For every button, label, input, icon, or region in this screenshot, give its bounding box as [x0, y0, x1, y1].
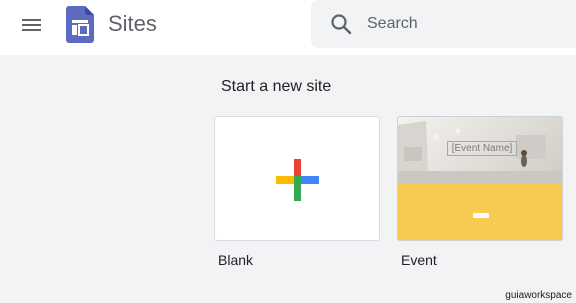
main-menu-button[interactable]	[18, 14, 46, 36]
plus-icon	[276, 159, 319, 201]
google-sites-logo[interactable]	[66, 6, 94, 43]
watermark: guiaworkspace	[505, 290, 572, 301]
search-bar[interactable]	[311, 0, 576, 48]
event-preview-header: [Event Name]	[398, 117, 562, 183]
event-preview-header-text	[444, 135, 445, 139]
blank-template-tile[interactable]	[214, 116, 380, 241]
event-template-label: Event	[401, 252, 437, 268]
search-input[interactable]	[367, 12, 567, 36]
event-preview-body	[398, 183, 562, 240]
section-title: Start a new site	[221, 78, 332, 95]
blank-template-label: Blank	[218, 252, 254, 268]
event-name-placeholder: [Event Name]	[447, 141, 517, 156]
top-app-bar: Sites	[0, 0, 576, 55]
app-title: Sites	[108, 11, 157, 36]
search-icon[interactable]	[329, 12, 353, 36]
event-template-tile[interactable]: [Event Name]	[397, 116, 563, 241]
event-preview-button	[473, 213, 489, 218]
hamburger-menu-icon	[22, 19, 41, 21]
